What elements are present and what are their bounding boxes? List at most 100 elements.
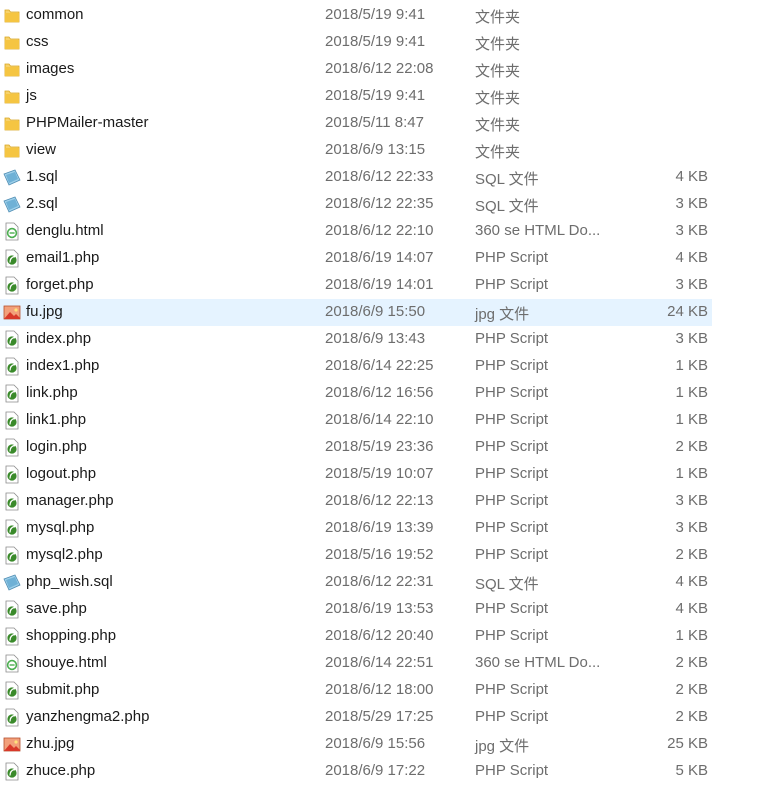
file-name: images bbox=[26, 60, 75, 77]
file-row[interactable]: zhuce.php 2018/6/9 17:22 PHP Script 5 KB bbox=[0, 758, 712, 785]
file-row[interactable]: mysql.php 2018/6/19 13:39 PHP Script 3 K… bbox=[0, 515, 712, 542]
file-type: 文件夹 bbox=[475, 117, 521, 134]
file-size: 1 KB bbox=[675, 357, 708, 374]
file-name: mysql2.php bbox=[26, 546, 103, 563]
php-file-icon bbox=[3, 762, 21, 781]
file-row[interactable]: forget.php 2018/6/19 14:01 PHP Script 3 … bbox=[0, 272, 712, 299]
file-row[interactable]: link.php 2018/6/12 16:56 PHP Script 1 KB bbox=[0, 380, 712, 407]
php-file-icon bbox=[3, 438, 21, 457]
file-type: PHP Script bbox=[475, 600, 549, 617]
file-type: PHP Script bbox=[475, 249, 549, 266]
file-row[interactable]: shopping.php 2018/6/12 20:40 PHP Script … bbox=[0, 623, 712, 650]
file-date-modified: 2018/6/14 22:51 bbox=[325, 654, 434, 671]
file-size: 2 KB bbox=[675, 438, 708, 455]
php-file-icon bbox=[3, 546, 21, 565]
file-row[interactable]: index.php 2018/6/9 13:43 PHP Script 3 KB bbox=[0, 326, 712, 353]
file-date-modified: 2018/6/12 22:31 bbox=[325, 573, 434, 590]
file-size: 1 KB bbox=[675, 384, 708, 401]
file-row[interactable]: save.php 2018/6/19 13:53 PHP Script 4 KB bbox=[0, 596, 712, 623]
html-file-icon bbox=[3, 654, 21, 673]
file-type: 360 se HTML Do... bbox=[475, 654, 601, 671]
file-date-modified: 2018/5/29 17:25 bbox=[325, 708, 434, 725]
file-type: 文件夹 bbox=[475, 90, 521, 107]
file-size: 3 KB bbox=[675, 519, 708, 536]
file-row[interactable]: images 2018/6/12 22:08 文件夹 bbox=[0, 56, 712, 83]
file-name: email1.php bbox=[26, 249, 100, 266]
file-date-modified: 2018/5/16 19:52 bbox=[325, 546, 434, 563]
file-name: index.php bbox=[26, 330, 92, 347]
file-row[interactable]: zhu.jpg 2018/6/9 15:56 jpg 文件 25 KB bbox=[0, 731, 712, 758]
php-file-icon bbox=[3, 249, 21, 268]
file-size: 3 KB bbox=[675, 222, 708, 239]
folder-icon bbox=[3, 87, 21, 106]
php-file-icon bbox=[3, 492, 21, 511]
file-row[interactable]: PHPMailer-master 2018/5/11 8:47 文件夹 bbox=[0, 110, 712, 137]
php-file-icon bbox=[3, 276, 21, 295]
file-row[interactable]: view 2018/6/9 13:15 文件夹 bbox=[0, 137, 712, 164]
file-size: 1 KB bbox=[675, 465, 708, 482]
file-date-modified: 2018/5/19 9:41 bbox=[325, 87, 426, 104]
file-type: PHP Script bbox=[475, 330, 549, 347]
file-row[interactable]: login.php 2018/5/19 23:36 PHP Script 2 K… bbox=[0, 434, 712, 461]
file-date-modified: 2018/6/12 16:56 bbox=[325, 384, 434, 401]
file-type: PHP Script bbox=[475, 438, 549, 455]
file-row[interactable]: email1.php 2018/6/19 14:07 PHP Script 4 … bbox=[0, 245, 712, 272]
file-name: yanzhengma2.php bbox=[26, 708, 150, 725]
file-size: 2 KB bbox=[675, 681, 708, 698]
file-size: 24 KB bbox=[667, 303, 708, 320]
file-date-modified: 2018/6/19 14:07 bbox=[325, 249, 434, 266]
file-size: 2 KB bbox=[675, 708, 708, 725]
file-row[interactable]: php_wish.sql 2018/6/12 22:31 SQL 文件 4 KB bbox=[0, 569, 712, 596]
file-type: SQL 文件 bbox=[475, 198, 539, 215]
file-row[interactable]: index1.php 2018/6/14 22:25 PHP Script 1 … bbox=[0, 353, 712, 380]
folder-icon bbox=[3, 33, 21, 52]
file-date-modified: 2018/6/9 13:43 bbox=[325, 330, 426, 347]
file-size: 3 KB bbox=[675, 330, 708, 347]
file-name: manager.php bbox=[26, 492, 114, 509]
image-file-icon bbox=[3, 303, 21, 322]
file-type: PHP Script bbox=[475, 681, 549, 698]
file-size: 1 KB bbox=[675, 627, 708, 644]
file-row[interactable]: fu.jpg 2018/6/9 15:50 jpg 文件 24 KB bbox=[0, 299, 712, 326]
file-date-modified: 2018/6/12 20:40 bbox=[325, 627, 434, 644]
file-type: 360 se HTML Do... bbox=[475, 222, 601, 239]
file-type: PHP Script bbox=[475, 519, 549, 536]
file-name: forget.php bbox=[26, 276, 94, 293]
php-file-icon bbox=[3, 384, 21, 403]
file-date-modified: 2018/6/19 13:53 bbox=[325, 600, 434, 617]
file-name: logout.php bbox=[26, 465, 97, 482]
file-row[interactable]: mysql2.php 2018/5/16 19:52 PHP Script 2 … bbox=[0, 542, 712, 569]
folder-icon bbox=[3, 60, 21, 79]
file-name: zhu.jpg bbox=[26, 735, 75, 752]
file-name: 2.sql bbox=[26, 195, 58, 212]
file-type: PHP Script bbox=[475, 357, 549, 374]
file-date-modified: 2018/6/12 22:08 bbox=[325, 60, 434, 77]
file-size: 3 KB bbox=[675, 195, 708, 212]
file-type: PHP Script bbox=[475, 384, 549, 401]
file-name: mysql.php bbox=[26, 519, 95, 536]
file-size: 5 KB bbox=[675, 762, 708, 779]
file-name: save.php bbox=[26, 600, 87, 617]
file-row[interactable]: link1.php 2018/6/14 22:10 PHP Script 1 K… bbox=[0, 407, 712, 434]
file-date-modified: 2018/6/9 17:22 bbox=[325, 762, 426, 779]
file-name: shopping.php bbox=[26, 627, 117, 644]
file-row[interactable]: yanzhengma2.php 2018/5/29 17:25 PHP Scri… bbox=[0, 704, 712, 731]
file-row[interactable]: common 2018/5/19 9:41 文件夹 bbox=[0, 2, 712, 29]
file-row[interactable]: shouye.html 2018/6/14 22:51 360 se HTML … bbox=[0, 650, 712, 677]
file-row[interactable]: submit.php 2018/6/12 18:00 PHP Script 2 … bbox=[0, 677, 712, 704]
file-row[interactable]: 2.sql 2018/6/12 22:35 SQL 文件 3 KB bbox=[0, 191, 712, 218]
file-row[interactable]: manager.php 2018/6/12 22:13 PHP Script 3… bbox=[0, 488, 712, 515]
file-row[interactable]: logout.php 2018/5/19 10:07 PHP Script 1 … bbox=[0, 461, 712, 488]
file-type: SQL 文件 bbox=[475, 576, 539, 593]
file-name: link1.php bbox=[26, 411, 87, 428]
file-name: view bbox=[26, 141, 57, 158]
file-row[interactable]: 1.sql 2018/6/12 22:33 SQL 文件 4 KB bbox=[0, 164, 712, 191]
file-date-modified: 2018/6/19 13:39 bbox=[325, 519, 434, 536]
folder-icon bbox=[3, 114, 21, 133]
image-file-icon bbox=[3, 735, 21, 754]
file-row[interactable]: css 2018/5/19 9:41 文件夹 bbox=[0, 29, 712, 56]
file-row[interactable]: js 2018/5/19 9:41 文件夹 bbox=[0, 83, 712, 110]
file-date-modified: 2018/6/19 14:01 bbox=[325, 276, 434, 293]
file-row[interactable]: denglu.html 2018/6/12 22:10 360 se HTML … bbox=[0, 218, 712, 245]
file-name: zhuce.php bbox=[26, 762, 96, 779]
